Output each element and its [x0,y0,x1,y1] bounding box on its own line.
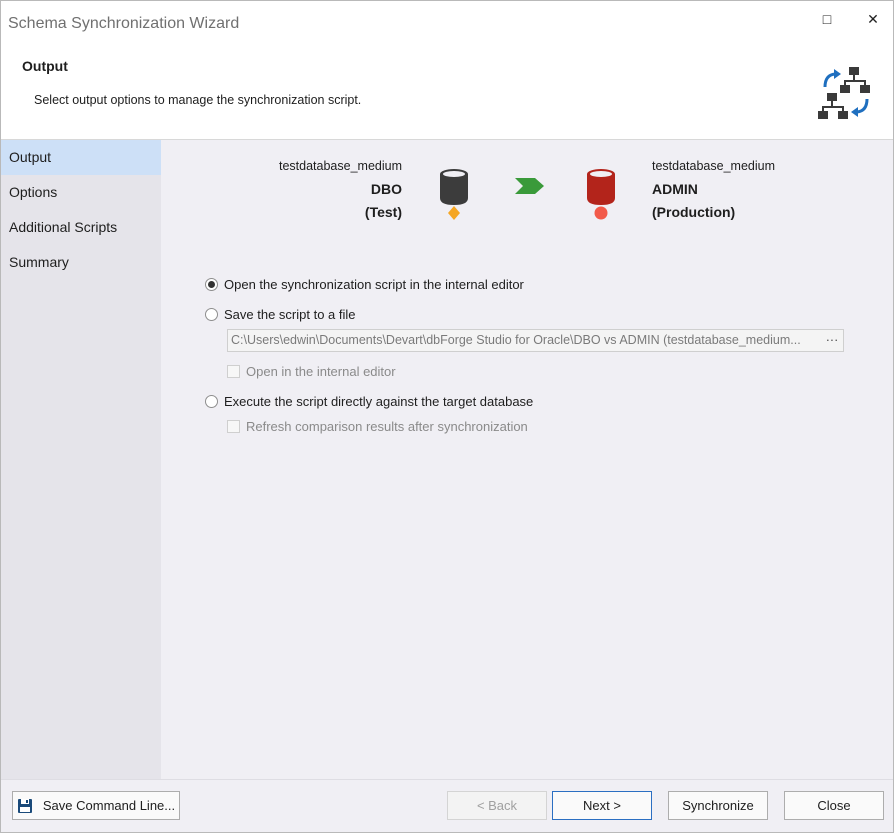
floppy-disk-icon [17,798,32,813]
browse-button[interactable]: ··· [821,330,843,351]
source-connection: testdatabase_medium [279,159,402,173]
option-execute-directly-label: Execute the script directly against the … [224,394,534,409]
option-execute-directly[interactable]: Execute the script directly against the … [205,394,533,409]
target-database-icon [587,169,615,220]
window-title: Schema Synchronization Wizard [8,15,240,32]
option-open-internal[interactable]: Open the synchronization script in the i… [205,277,524,292]
page-title: Output [22,58,68,74]
option-refresh-results-label: Refresh comparison results after synchro… [246,419,528,434]
sidebar-item-summary[interactable]: Summary [1,245,161,280]
source-environment: (Test) [364,204,402,220]
radio-open-internal[interactable] [205,278,218,291]
option-open-in-editor[interactable]: Open in the internal editor [227,364,396,379]
file-path-value: C:\Users\edwin\Documents\Devart\dbForge … [231,333,801,347]
option-save-to-file[interactable]: Save the script to a file [205,307,356,322]
save-command-line-label: Save Command Line... [42,798,176,813]
maximize-button[interactable]: □ [813,9,841,29]
option-save-to-file-label: Save the script to a file [224,307,356,322]
wizard-steps-sidebar: Output Options Additional Scripts Summar… [1,140,161,780]
source-database-icon [440,169,468,220]
checkbox-refresh-results[interactable] [227,420,240,433]
wizard-header: Output Select output options to manage t… [1,45,893,140]
sidebar-item-options[interactable]: Options [1,175,161,210]
save-command-line-button[interactable]: Save Command Line... [12,791,180,820]
option-open-internal-label: Open the synchronization script in the i… [224,277,524,292]
wizard-footer: Save Command Line... < Back Next > Synch… [1,779,893,832]
target-connection: testdatabase_medium [652,159,775,173]
source-db-info: testdatabase_medium DBO (Test) [279,155,402,224]
circle-marker-icon [594,206,608,220]
output-panel: testdatabase_medium DBO (Test) testdatab… [161,140,893,780]
arrow-right-icon [515,178,544,194]
radio-save-to-file[interactable] [205,308,218,321]
file-path-field[interactable]: C:\Users\edwin\Documents\Devart\dbForge … [227,329,844,352]
diamond-icon [448,206,460,220]
close-button[interactable]: Close [784,791,884,820]
sidebar-item-output[interactable]: Output [1,140,161,175]
target-schema: ADMIN [652,181,698,197]
synchronize-button[interactable]: Synchronize [668,791,768,820]
target-environment: (Production) [652,204,736,220]
radio-execute-directly[interactable] [205,395,218,408]
option-refresh-results[interactable]: Refresh comparison results after synchro… [227,419,528,434]
target-db-info: testdatabase_medium ADMIN (Production) [652,155,775,224]
close-window-button[interactable]: ✕ [859,9,887,29]
title-bar: Schema Synchronization Wizard □ ✕ [1,1,893,45]
sidebar-item-additional-scripts[interactable]: Additional Scripts [1,210,161,245]
option-open-in-editor-label: Open in the internal editor [246,364,396,379]
checkbox-open-in-editor[interactable] [227,365,240,378]
wizard-window: Schema Synchronization Wizard □ ✕ Output… [0,0,894,833]
next-button[interactable]: Next > [552,791,652,820]
source-schema: DBO [370,181,402,197]
page-description: Select output options to manage the sync… [34,93,362,107]
schema-sync-icon [818,67,870,119]
back-button[interactable]: < Back [447,791,547,820]
